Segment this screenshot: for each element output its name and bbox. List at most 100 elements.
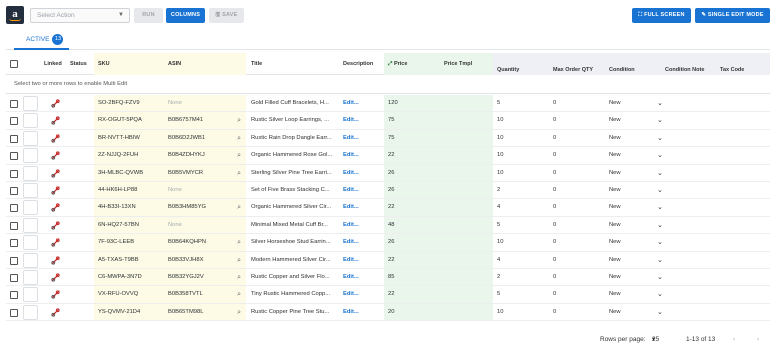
next-page-icon[interactable]: › — [757, 333, 759, 347]
price-cell[interactable]: 85 — [384, 269, 440, 286]
condition-select[interactable]: New — [605, 269, 661, 285]
col-header-price-tmpl[interactable]: Price Tmpl — [440, 53, 493, 75]
max-order-qty-cell[interactable]: 0 — [549, 199, 605, 215]
row-checkbox[interactable] — [10, 274, 18, 282]
max-order-qty-cell[interactable]: 0 — [549, 217, 605, 233]
table-row[interactable]: C6-MWPA-3N7D B0B32YGJ2V ⌕ Rustic Copper and… — [6, 269, 770, 287]
columns-button[interactable]: COLUMNS — [166, 8, 205, 23]
sku-cell[interactable]: BR-NVTT-HBIW — [94, 129, 164, 147]
search-icon[interactable]: ⌕ — [237, 234, 241, 250]
col-header-title[interactable]: Title — [247, 53, 262, 75]
row-checkbox[interactable] — [10, 239, 18, 248]
table-row[interactable]: 7F-93C-LEEB B0B64KQHPN ⌕ Silver Horseshoe S… — [6, 234, 770, 252]
title-cell[interactable]: Gold Filled Cuff Bracelets, H... — [247, 95, 339, 111]
condition-note-cell[interactable] — [661, 182, 716, 198]
run-button[interactable]: RUN — [134, 8, 163, 23]
sku-cell[interactable]: RX-OGUT-5PQA — [94, 112, 164, 129]
link-icon[interactable] — [51, 221, 60, 230]
sku-cell[interactable]: 4H-B33I-13XN — [94, 199, 164, 216]
condition-note-cell[interactable] — [661, 165, 716, 181]
sku-cell[interactable]: SO-2BFQ-FZV9 — [94, 95, 164, 112]
sku-cell[interactable]: VX-RFU-OVVQ — [94, 286, 164, 303]
row-checkbox[interactable] — [10, 100, 18, 108]
prev-page-icon[interactable]: ‹ — [733, 333, 735, 347]
price-cell[interactable]: 48 — [384, 216, 440, 234]
full-screen-button[interactable]: ⛶ FULL SCREEN — [632, 8, 691, 23]
max-order-qty-cell[interactable]: 0 — [549, 304, 605, 320]
description-edit-link[interactable]: Edit... — [339, 165, 384, 181]
search-icon[interactable]: ⌕ — [237, 304, 241, 320]
row-checkbox[interactable] — [10, 308, 18, 317]
max-order-qty-cell[interactable]: 0 — [549, 112, 605, 128]
search-icon[interactable]: ⌕ — [237, 199, 241, 215]
price-tmpl-cell[interactable] — [440, 112, 493, 129]
condition-note-cell[interactable] — [661, 95, 716, 111]
condition-select[interactable]: New — [605, 95, 661, 111]
row-checkbox[interactable] — [10, 256, 18, 265]
condition-note-cell[interactable] — [661, 130, 716, 146]
table-row[interactable]: VX-RFU-OVVQ B0B358TVTL ⌕ Tiny Rustic Hammer… — [6, 286, 770, 304]
title-cell[interactable]: Organic Hammered Rose Gol... — [247, 147, 339, 163]
table-row[interactable]: RX-OGUT-5PQA B0B6757M41 ⌕ Rustic Silver Loo… — [6, 112, 770, 130]
description-edit-link[interactable]: Edit... — [339, 112, 384, 128]
asin-cell[interactable]: B0B4ZDHYKJ ⌕ — [164, 147, 246, 164]
link-icon[interactable] — [51, 238, 60, 247]
row-checkbox[interactable] — [10, 291, 18, 300]
title-cell[interactable]: Rustic Silver Loop Earrings, ... — [247, 112, 339, 128]
asin-cell[interactable]: B0B5VMYCR ⌕ — [164, 164, 246, 181]
description-edit-link[interactable]: Edit... — [339, 304, 384, 320]
max-order-qty-cell[interactable]: 0 — [549, 252, 605, 268]
col-header-quantity[interactable]: Quantity — [493, 53, 549, 75]
sku-cell[interactable]: 3H-MLBC-QVWB — [94, 164, 164, 181]
max-order-qty-cell[interactable]: 0 — [549, 95, 605, 111]
price-cell[interactable]: 20 — [384, 303, 440, 321]
tax-code-cell[interactable] — [716, 217, 770, 233]
price-cell[interactable]: 75 — [384, 112, 440, 129]
condition-note-cell[interactable] — [661, 112, 716, 128]
asin-cell[interactable]: None — [164, 216, 246, 234]
tax-code-cell[interactable] — [716, 182, 770, 198]
description-edit-link[interactable]: Edit... — [339, 182, 384, 198]
link-icon[interactable] — [51, 273, 60, 282]
save-button[interactable]: 🖫 SAVE — [209, 8, 244, 23]
row-checkbox[interactable] — [10, 221, 18, 230]
condition-note-cell[interactable] — [661, 286, 716, 302]
description-edit-link[interactable]: Edit... — [339, 286, 384, 302]
tax-code-cell[interactable] — [716, 199, 770, 215]
quantity-cell[interactable]: 2 — [493, 182, 549, 198]
col-header-sku[interactable]: SKU — [94, 53, 164, 75]
sku-cell[interactable]: A5-TXAS-T9BB — [94, 251, 164, 268]
max-order-qty-cell[interactable]: 0 — [549, 234, 605, 250]
condition-select[interactable]: New — [605, 304, 661, 320]
tax-code-cell[interactable] — [716, 234, 770, 250]
description-edit-link[interactable]: Edit... — [339, 252, 384, 268]
quantity-cell[interactable]: 10 — [493, 304, 549, 320]
condition-note-cell[interactable] — [661, 217, 716, 233]
asin-cell[interactable]: B0B33VJH8X ⌕ — [164, 251, 246, 268]
sku-cell[interactable]: 2Z-NJJQ-2FUH — [94, 147, 164, 164]
price-tmpl-cell[interactable] — [440, 199, 493, 216]
sku-cell[interactable]: YS-QVMV-21D4 — [94, 303, 164, 321]
price-cell[interactable]: 22 — [384, 147, 440, 164]
link-icon[interactable] — [51, 186, 60, 195]
price-cell[interactable]: 75 — [384, 129, 440, 147]
link-icon[interactable] — [51, 203, 60, 213]
price-cell[interactable]: 26 — [384, 164, 440, 181]
quantity-cell[interactable]: 10 — [493, 234, 549, 250]
sku-cell[interactable]: 44-HK6H-LP88 — [94, 182, 164, 199]
link-icon[interactable] — [51, 168, 60, 178]
tax-code-cell[interactable] — [716, 304, 770, 320]
row-checkbox[interactable] — [10, 187, 18, 195]
title-cell[interactable]: Rustic Copper and Silver Flo... — [247, 269, 339, 285]
price-tmpl-cell[interactable] — [440, 129, 493, 147]
link-icon[interactable] — [51, 99, 60, 108]
price-cell[interactable]: 22 — [384, 199, 440, 216]
tax-code-cell[interactable] — [716, 286, 770, 302]
quantity-cell[interactable]: 10 — [493, 112, 549, 128]
sku-cell[interactable]: 6N-HQ27-57BN — [94, 216, 164, 234]
row-checkbox[interactable] — [10, 134, 18, 143]
description-edit-link[interactable]: Edit... — [339, 217, 384, 233]
max-order-qty-cell[interactable]: 0 — [549, 269, 605, 285]
tax-code-cell[interactable] — [716, 130, 770, 146]
price-cell[interactable]: 120 — [384, 95, 440, 112]
